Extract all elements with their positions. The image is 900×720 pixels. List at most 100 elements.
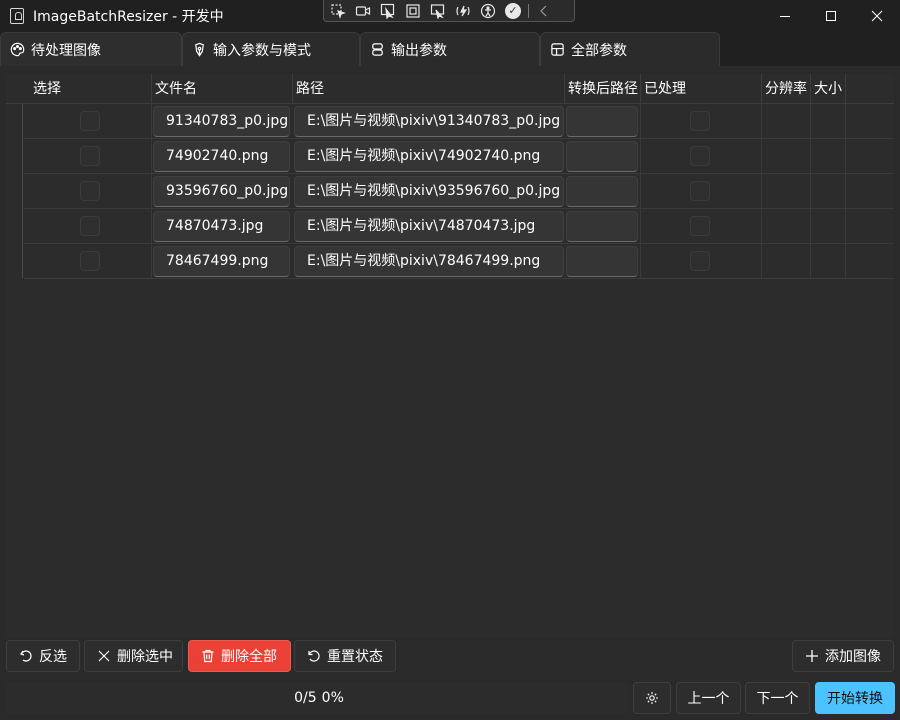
previous-button[interactable]: 上一个 — [676, 682, 741, 714]
output-path-cell-value[interactable] — [566, 211, 638, 242]
select-checkbox[interactable] — [80, 146, 100, 166]
path-cell-value[interactable]: E:\图片与视频\pixiv\74870473.jpg — [294, 211, 564, 242]
column-header-resolution[interactable]: 分辨率 — [761, 74, 810, 104]
devbar-divider — [528, 3, 529, 18]
progress-percent: 0% — [321, 690, 344, 706]
stack-icon — [369, 42, 385, 58]
select-checkbox[interactable] — [80, 251, 100, 271]
resolution-cell — [761, 174, 810, 208]
start-convert-button[interactable]: 开始转换 — [815, 682, 895, 714]
add-images-button[interactable]: 添加图像 — [792, 640, 894, 672]
size-cell — [810, 174, 845, 208]
processed-checkbox[interactable] — [690, 111, 710, 131]
delete-all-button[interactable]: 删除全部 — [188, 640, 291, 672]
column-header-size[interactable]: 大小 — [810, 74, 845, 104]
processed-checkbox[interactable] — [690, 146, 710, 166]
chevron-left-icon[interactable] — [533, 1, 555, 21]
output-path-cell-value[interactable] — [566, 176, 638, 207]
output-path-cell-value[interactable] — [566, 246, 638, 277]
tab-content: 选择 文件名 路径 转换后路径 已处理 分辨率 大小 91340783_p0.j… — [0, 66, 900, 720]
column-header-select[interactable]: 选择 — [30, 74, 151, 104]
tab-input-params[interactable]: 输入参数与模式 — [182, 32, 360, 66]
grid-actions: 反选 删除选中 删除全部 重置状态 添加图像 — [0, 640, 900, 674]
filler-cell — [845, 174, 894, 208]
plus-icon — [805, 649, 819, 663]
output-path-cell-value[interactable] — [566, 106, 638, 137]
tab-label: 输出参数 — [391, 42, 447, 59]
select-checkbox[interactable] — [80, 181, 100, 201]
filename-cell-value[interactable]: 78467499.png — [153, 246, 290, 277]
grid-header: 选择 文件名 路径 转换后路径 已处理 分辨率 大小 — [6, 74, 894, 104]
button-label: 上一个 — [687, 691, 730, 707]
button-label: 反选 — [39, 649, 67, 665]
select-element-icon[interactable] — [327, 1, 349, 21]
tab-bar: 待处理图像 输入参数与模式 输出参数 全部参数 — [0, 32, 900, 66]
close-icon — [97, 649, 111, 663]
invert-selection-button[interactable]: 反选 — [6, 640, 80, 672]
processed-checkbox[interactable] — [690, 251, 710, 271]
size-cell — [810, 104, 845, 138]
column-header-filler — [845, 74, 894, 104]
check-icon[interactable]: ✓ — [502, 1, 524, 21]
tab-label: 输入参数与模式 — [213, 42, 311, 59]
filename-cell-value[interactable]: 74870473.jpg — [153, 211, 290, 242]
column-header-path[interactable]: 路径 — [292, 74, 564, 104]
reset-icon — [307, 649, 321, 663]
preview-icon[interactable] — [427, 1, 449, 21]
button-label: 删除选中 — [117, 649, 173, 665]
select-checkbox[interactable] — [80, 111, 100, 131]
size-cell — [810, 209, 845, 243]
progress-count: 0/5 — [294, 690, 317, 706]
hot-reload-icon[interactable] — [452, 1, 474, 21]
pointer-icon[interactable] — [377, 1, 399, 21]
next-button[interactable]: 下一个 — [745, 682, 810, 714]
size-cell — [810, 139, 845, 173]
column-header-processed[interactable]: 已处理 — [640, 74, 761, 104]
close-button[interactable] — [854, 0, 900, 32]
minimize-button[interactable] — [762, 0, 808, 32]
tab-all-params[interactable]: 全部参数 — [540, 32, 720, 66]
palette-icon — [9, 42, 25, 58]
table-row[interactable]: 74902740.png E:\图片与视频\pixiv\74902740.png — [24, 139, 894, 174]
table-row[interactable]: 91340783_p0.jpg E:\图片与视频\pixiv\91340783_… — [24, 104, 894, 139]
resolution-cell — [761, 244, 810, 278]
reset-status-button[interactable]: 重置状态 — [294, 640, 396, 672]
title-bar: ImageBatchResizer - 开发中 ✓ — [0, 0, 900, 32]
column-header-filename[interactable]: 文件名 — [151, 74, 292, 104]
settings-button[interactable] — [633, 682, 671, 714]
processed-checkbox[interactable] — [690, 216, 710, 236]
accessibility-icon[interactable] — [477, 1, 499, 21]
path-cell-value[interactable]: E:\图片与视频\pixiv\91340783_p0.jpg — [294, 106, 564, 137]
output-path-cell-value[interactable] — [566, 141, 638, 172]
delete-selected-button[interactable]: 删除选中 — [84, 640, 183, 672]
size-cell — [810, 244, 845, 278]
filler-cell — [845, 209, 894, 243]
column-header-output-path[interactable]: 转换后路径 — [564, 74, 640, 104]
row-indicator — [22, 104, 23, 278]
path-cell-value[interactable]: E:\图片与视频\pixiv\78467499.png — [294, 246, 564, 277]
maximize-button[interactable] — [808, 0, 854, 32]
filename-cell-value[interactable]: 74902740.png — [153, 141, 290, 172]
path-cell-value[interactable]: E:\图片与视频\pixiv\74902740.png — [294, 141, 564, 172]
table-row[interactable]: 93596760_p0.jpg E:\图片与视频\pixiv\93596760_… — [24, 174, 894, 209]
table-row[interactable]: 74870473.jpg E:\图片与视频\pixiv\74870473.jpg — [24, 209, 894, 244]
bounds-icon[interactable] — [402, 1, 424, 21]
close-icon — [871, 10, 883, 22]
select-checkbox[interactable] — [80, 216, 100, 236]
table-row[interactable]: 78467499.png E:\图片与视频\pixiv\78467499.png — [24, 244, 894, 279]
dev-toolbar: ✓ — [323, 0, 575, 22]
tab-pending-images[interactable]: 待处理图像 — [0, 32, 182, 66]
record-icon[interactable] — [352, 1, 374, 21]
resolution-cell — [761, 104, 810, 138]
path-cell-value[interactable]: E:\图片与视频\pixiv\93596760_p0.jpg — [294, 176, 564, 207]
button-label: 下一个 — [756, 691, 799, 707]
filename-cell-value[interactable]: 91340783_p0.jpg — [153, 106, 290, 137]
button-label: 开始转换 — [827, 691, 883, 707]
undo-icon — [19, 649, 33, 663]
processed-checkbox[interactable] — [690, 181, 710, 201]
progress-bar: 0/5 0% — [6, 682, 628, 714]
filename-cell-value[interactable]: 93596760_p0.jpg — [153, 176, 290, 207]
trash-icon — [201, 649, 215, 663]
button-label: 重置状态 — [327, 649, 383, 665]
tab-output-params[interactable]: 输出参数 — [360, 32, 540, 66]
